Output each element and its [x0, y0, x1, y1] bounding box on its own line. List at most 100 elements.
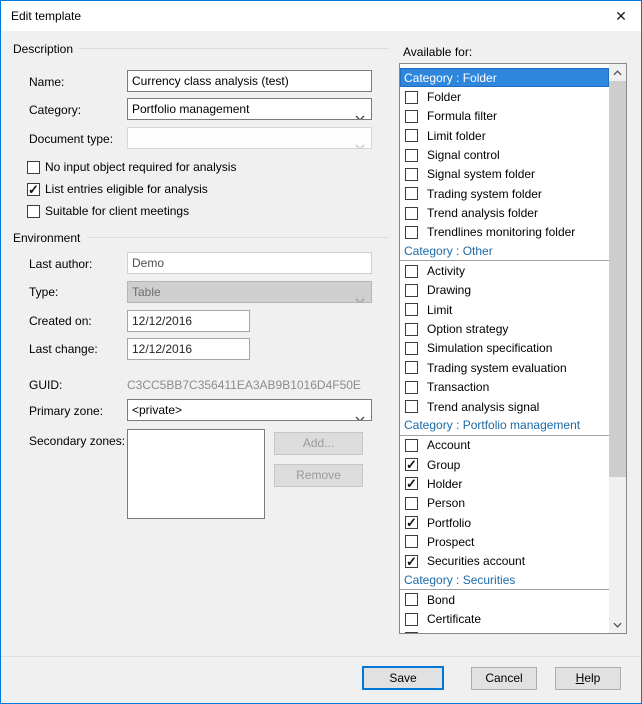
cancel-button[interactable]: Cancel — [471, 667, 537, 690]
available-for-item[interactable]: Account — [400, 436, 609, 455]
category-header[interactable]: Category : Securities — [400, 571, 609, 590]
checkbox-checked-icon[interactable]: ✓ — [405, 516, 418, 529]
available-for-item[interactable]: Option strategy — [400, 319, 609, 338]
item-label: Group — [427, 458, 460, 472]
checkbox-unchecked-icon[interactable] — [27, 161, 40, 174]
environment-section-label: Environment — [13, 231, 80, 245]
scroll-down-icon[interactable] — [609, 616, 626, 633]
available-for-item[interactable]: ✓ Holder — [400, 474, 609, 493]
checkbox-unchecked-icon[interactable] — [405, 613, 418, 626]
checkbox-unchecked-icon[interactable] — [405, 207, 418, 220]
checkbox-unchecked-icon[interactable] — [405, 110, 418, 123]
chevron-down-icon — [355, 290, 365, 303]
checkbox-unchecked-icon[interactable] — [405, 593, 418, 606]
available-for-listbox: Category : FolderFolderFormula filter Lim… — [399, 63, 627, 634]
scrollbar-thumb[interactable] — [609, 81, 626, 477]
checkbox-unchecked-icon[interactable] — [405, 265, 418, 278]
checkbox-unchecked-icon[interactable] — [405, 632, 418, 633]
help-button[interactable]: Help — [555, 667, 621, 690]
checkbox-unchecked-icon[interactable] — [405, 535, 418, 548]
checkbox-unchecked-icon[interactable] — [405, 400, 418, 413]
checkbox-unchecked-icon[interactable] — [405, 497, 418, 510]
available-for-item[interactable]: ✓ Group — [400, 455, 609, 474]
available-for-items: Category : FolderFolderFormula filter Lim… — [400, 64, 609, 633]
last-change-input[interactable]: 12/12/2016 — [127, 338, 250, 360]
name-label: Name: — [29, 75, 64, 89]
analysis-option-row[interactable]: ✓ List entries eligible for analysis — [27, 178, 236, 200]
item-label: Certificate — [427, 612, 481, 626]
available-for-item[interactable]: Trend analysis signal — [400, 397, 609, 416]
available-for-item[interactable]: Folder — [400, 87, 609, 106]
available-for-item[interactable]: Bond — [400, 590, 609, 609]
name-input[interactable]: Currency class analysis (test) — [127, 70, 372, 92]
category-select[interactable]: Portfolio management — [127, 98, 372, 120]
available-for-item[interactable]: Limit — [400, 300, 609, 319]
available-for-item[interactable]: Prospect — [400, 532, 609, 551]
available-for-item[interactable]: Signal control — [400, 145, 609, 164]
secondary-zones-label: Secondary zones: — [29, 434, 125, 448]
item-label: Account — [427, 438, 470, 452]
available-for-item[interactable]: Activity — [400, 261, 609, 280]
available-for-item[interactable]: Trendlines monitoring folder — [400, 223, 609, 242]
checkbox-unchecked-icon[interactable] — [405, 284, 418, 297]
available-for-item[interactable]: Limit folder — [400, 126, 609, 145]
primary-zone-select[interactable]: <private> — [127, 399, 372, 421]
scroll-up-icon[interactable] — [609, 64, 626, 81]
checkbox-unchecked-icon[interactable] — [405, 226, 418, 239]
checkbox-unchecked-icon[interactable] — [405, 381, 418, 394]
description-section-label: Description — [13, 42, 73, 56]
available-for-item[interactable]: ✓ Portfolio — [400, 513, 609, 532]
save-button[interactable]: Save — [362, 666, 444, 690]
footer-separator — [1, 656, 641, 657]
available-for-item[interactable] — [400, 629, 609, 633]
checkbox-checked-icon[interactable]: ✓ — [405, 555, 418, 568]
last-change-label: Last change: — [29, 342, 98, 356]
last-author-label: Last author: — [29, 257, 92, 271]
checkbox-unchecked-icon[interactable] — [405, 149, 418, 162]
checkbox-unchecked-icon[interactable] — [405, 129, 418, 142]
available-for-item[interactable]: Trading system evaluation — [400, 358, 609, 377]
available-for-item[interactable]: Certificate — [400, 610, 609, 629]
checkbox-unchecked-icon[interactable] — [405, 342, 418, 355]
item-label: Holder — [427, 477, 462, 491]
category-header[interactable]: Category : Portfolio management — [400, 416, 609, 435]
item-label: Trend analysis folder — [427, 206, 538, 220]
checkbox-checked-icon[interactable]: ✓ — [27, 183, 40, 196]
checkbox-unchecked-icon[interactable] — [27, 205, 40, 218]
checkbox-unchecked-icon[interactable] — [405, 187, 418, 200]
checkbox-unchecked-icon[interactable] — [405, 361, 418, 374]
checkbox-checked-icon[interactable]: ✓ — [405, 477, 418, 490]
available-for-item[interactable]: Signal system folder — [400, 165, 609, 184]
analysis-option-label: List entries eligible for analysis — [45, 182, 208, 196]
checkbox-unchecked-icon[interactable] — [405, 439, 418, 452]
item-label: Transaction — [427, 380, 489, 394]
available-for-item[interactable]: Trading system folder — [400, 184, 609, 203]
checkbox-checked-icon[interactable]: ✓ — [405, 458, 418, 471]
available-for-item[interactable]: Transaction — [400, 378, 609, 397]
item-label: Portfolio — [427, 516, 471, 530]
remove-button: Remove — [274, 464, 363, 487]
available-for-item[interactable]: Trend analysis folder — [400, 203, 609, 222]
secondary-zones-listbox[interactable] — [127, 429, 265, 519]
available-for-item[interactable]: Formula filter — [400, 107, 609, 126]
available-for-item[interactable]: Drawing — [400, 281, 609, 300]
analysis-option-row[interactable]: No input object required for analysis — [27, 156, 236, 178]
scrollbar[interactable] — [609, 64, 626, 633]
checkbox-unchecked-icon[interactable] — [405, 303, 418, 316]
item-label: Limit folder — [427, 129, 486, 143]
available-for-item[interactable]: Person — [400, 494, 609, 513]
checkbox-unchecked-icon[interactable] — [405, 168, 418, 181]
checkbox-unchecked-icon[interactable] — [405, 91, 418, 104]
created-on-input[interactable]: 12/12/2016 — [127, 310, 250, 332]
analysis-option-label: No input object required for analysis — [45, 160, 236, 174]
environment-section-line — [87, 237, 389, 238]
primary-zone-label: Primary zone: — [29, 404, 103, 418]
analysis-option-row[interactable]: Suitable for client meetings — [27, 200, 236, 222]
available-for-item[interactable]: Simulation specification — [400, 339, 609, 358]
close-icon[interactable]: ✕ — [601, 1, 641, 31]
category-header[interactable]: Category : Other — [400, 242, 609, 261]
checkbox-unchecked-icon[interactable] — [405, 323, 418, 336]
item-label: Trendlines monitoring folder — [427, 225, 575, 239]
available-for-item[interactable]: ✓Securities account — [400, 552, 609, 571]
category-header[interactable]: Category : Folder — [400, 68, 609, 87]
